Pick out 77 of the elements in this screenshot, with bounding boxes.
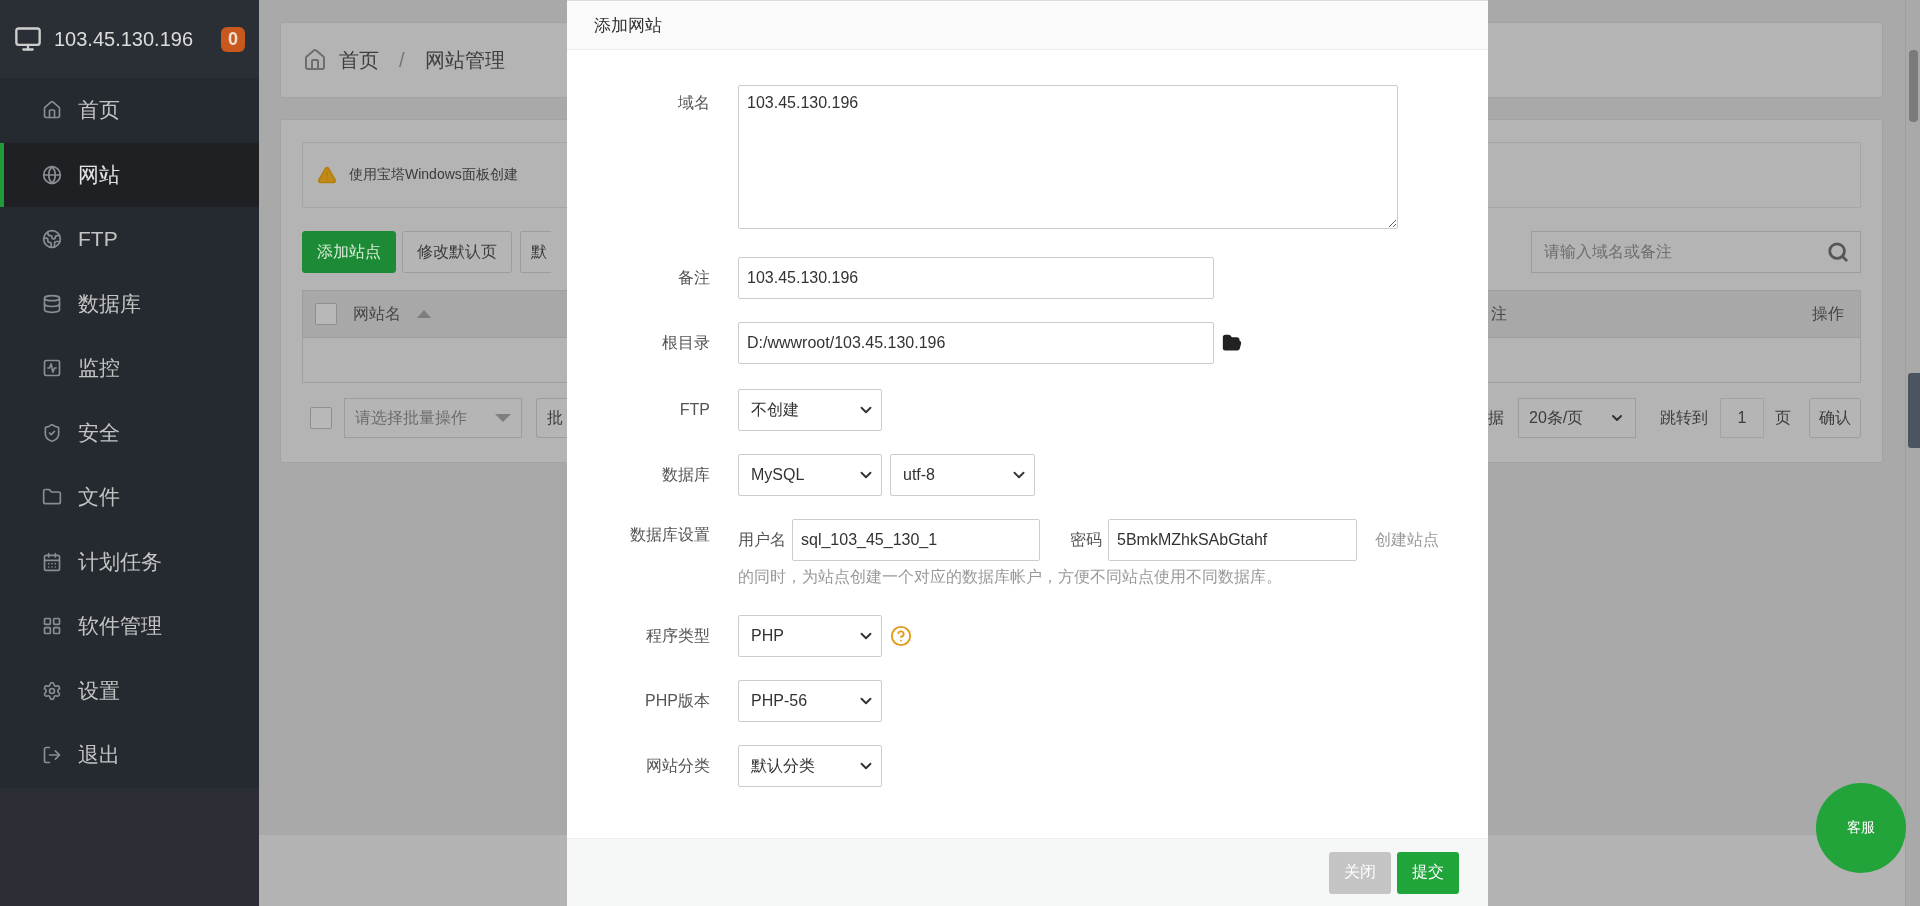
field-label: 网站分类 (645, 755, 710, 776)
select-field[interactable]: PHP (738, 615, 882, 657)
page-input[interactable]: 1 (1720, 398, 1764, 438)
warning-icon (317, 165, 337, 185)
search-icon (1827, 241, 1849, 263)
page-unit: 页 (1775, 407, 1791, 428)
field-label: 备注 (677, 267, 710, 288)
page-info-text: 据 (1488, 407, 1504, 428)
add-site-button[interactable]: 添加站点 (302, 231, 396, 273)
column-header: 注 (1491, 303, 1507, 324)
globe-icon (42, 164, 62, 185)
path-field[interactable]: D:/wwwroot/103.45.130.196 (738, 322, 1214, 364)
hint-text: 创建站点 (1375, 531, 1439, 548)
calendar-icon (42, 551, 62, 572)
folder-icon[interactable] (1222, 333, 1242, 353)
hint-text: 的同时，为站点创建一个对应的数据库帐户，方便不同站点使用不同数据库。 (738, 567, 1283, 587)
chart-icon (42, 358, 62, 379)
input-field[interactable]: 103.45.130.196 (738, 257, 1214, 299)
shield-icon (42, 422, 62, 443)
username-field[interactable]: sql_103_45_130_1 (792, 519, 1040, 561)
column-header[interactable]: 网站名 (353, 303, 401, 325)
breadcrumb-separator: / (398, 48, 406, 72)
select-field[interactable]: utf-8 (890, 454, 1035, 496)
caret-icon (495, 414, 511, 422)
field-label: 根目录 (661, 332, 710, 353)
scrollbar[interactable] (1905, 0, 1920, 906)
search-field[interactable]: 请输入域名或备注 (1531, 231, 1861, 273)
monitor-icon (14, 25, 42, 53)
confirm-button[interactable]: 确认 (1809, 398, 1861, 438)
checkbox[interactable] (315, 303, 337, 325)
toolbar-button[interactable]: 修改默认页 (402, 231, 512, 273)
jump-label: 跳转到 (1660, 407, 1708, 428)
sidebar-item[interactable]: 退出 (0, 723, 259, 788)
domain-field[interactable]: 103.45.130.196 (738, 85, 1398, 229)
field-label: FTP (678, 401, 710, 419)
sidebar-item[interactable]: 网站 (0, 142, 259, 207)
folder-icon (42, 487, 62, 508)
globe-icon (42, 229, 62, 250)
breadcrumb-link[interactable]: 首页 (339, 46, 379, 74)
batch-button[interactable]: 批 (536, 398, 567, 438)
toolbar-button[interactable]: 默 (520, 231, 551, 273)
field-label: 程序类型 (645, 625, 710, 646)
home-icon (42, 100, 62, 121)
sort-icon (417, 310, 431, 318)
field-label: 数据库设置 (629, 525, 710, 545)
select-field[interactable]: MySQL (738, 454, 882, 496)
select-field[interactable]: 不创建 (738, 389, 882, 431)
sidebar-item[interactable]: 软件管理 (0, 594, 259, 659)
sidebar-item[interactable]: 监控 (0, 336, 259, 401)
field-label: PHP版本 (644, 690, 710, 711)
password-field[interactable]: 5BmkMZhkSAbGtahf (1108, 519, 1357, 561)
column-header: 操作 (1812, 303, 1844, 324)
password-label: 密码 (1070, 531, 1102, 548)
home-icon (303, 48, 327, 72)
field-label: 数据库 (661, 464, 710, 485)
server-address: 103.45.130.196 (54, 27, 195, 51)
sidebar-item[interactable]: 首页 (0, 78, 259, 143)
logout-icon (42, 745, 62, 766)
select-field[interactable]: 默认分类 (738, 745, 882, 787)
username-label: 用户名 (738, 531, 786, 548)
field-label: 域名 (677, 93, 710, 113)
sidebar-item[interactable]: 安全 (0, 400, 259, 465)
sidebar-item[interactable]: 计划任务 (0, 529, 259, 594)
page-size-select[interactable]: 20条/页 (1518, 398, 1636, 438)
breadcrumb-link[interactable]: 网站管理 (424, 46, 505, 74)
notice-text: 使用宝塔Windows面板创建 (349, 166, 518, 184)
sidebar-item[interactable]: 数据库 (0, 271, 259, 336)
side-widget[interactable] (1908, 373, 1920, 448)
select-field[interactable]: PHP-56 (738, 680, 882, 722)
dialog-title: 添加网站 (594, 14, 662, 37)
sidebar-item[interactable]: 设置 (0, 658, 259, 723)
database-icon (42, 293, 62, 314)
sidebar-item[interactable]: 文件 (0, 465, 259, 530)
checkbox[interactable] (310, 407, 332, 429)
sidebar-item[interactable]: FTP (0, 207, 259, 272)
grid-icon (42, 616, 62, 637)
settings-icon (42, 680, 62, 701)
